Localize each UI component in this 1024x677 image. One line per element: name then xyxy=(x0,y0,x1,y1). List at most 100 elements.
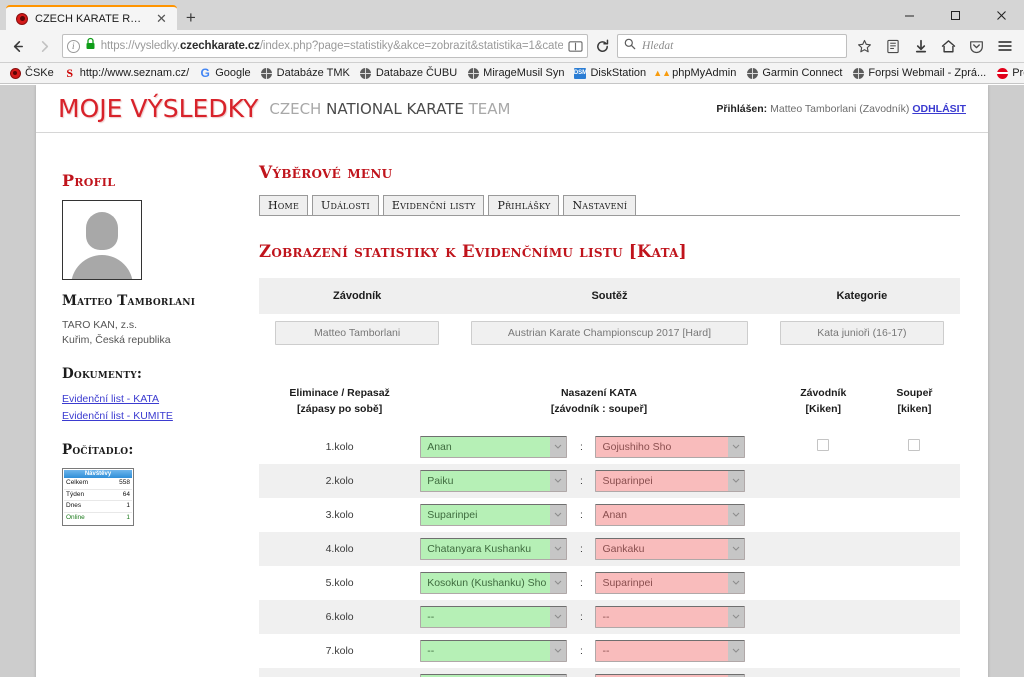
own-kata-select[interactable]: -- xyxy=(420,639,568,662)
separator: : xyxy=(579,644,583,657)
bookmark-item[interactable]: Shttp://www.seznam.cz/ xyxy=(59,64,194,83)
athlete-kiken-checkbox[interactable] xyxy=(817,438,830,451)
chevron-down-icon xyxy=(550,640,567,661)
opponent-kata-select[interactable]: -- xyxy=(595,673,746,677)
maximize-icon[interactable] xyxy=(932,0,978,30)
competition-field[interactable]: Austrian Karate Championscup 2017 [Hard] xyxy=(471,321,748,345)
round-label: 6.kolo xyxy=(259,599,421,634)
separator: : xyxy=(579,440,583,453)
tab-home[interactable]: Home xyxy=(259,195,308,215)
table-row: 8.kolo -- : -- xyxy=(259,667,960,677)
pocket-icon[interactable] xyxy=(963,33,990,59)
opp-kata-cell: Gojushiho Sho xyxy=(595,430,777,464)
diskstation-icon: DSM xyxy=(574,67,587,79)
chevron-down-icon xyxy=(550,572,567,593)
opponent-kiken-checkbox[interactable] xyxy=(908,438,921,451)
own-kata-select[interactable]: Suparinpei xyxy=(420,503,568,526)
opponent-kata-value: -- xyxy=(602,644,610,657)
own-kata-cell: Kosokun (Kushanku) Sho xyxy=(420,566,568,600)
bookmark-item[interactable]: Profile - Polar Flow xyxy=(991,64,1024,83)
bookmark-item[interactable]: ČSKe xyxy=(4,64,59,83)
own-kata-select[interactable]: -- xyxy=(420,605,568,628)
tab-prihlasky[interactable]: Přihlášky xyxy=(488,195,560,215)
bookmark-item[interactable]: Forpsi Webmail - Zprá... xyxy=(847,64,991,83)
minimize-icon[interactable] xyxy=(886,0,932,30)
own-kata-select[interactable]: Paiku xyxy=(420,469,568,492)
counter-value: 64 xyxy=(122,490,130,498)
bookmark-item[interactable]: DSM DiskStation xyxy=(569,64,651,83)
logo-sub-3: TEAM xyxy=(468,99,511,118)
opponent-kata-value: Anan xyxy=(602,508,627,521)
bookmark-label: MirageMusil Syn xyxy=(483,67,565,79)
opponent-kata-select[interactable]: -- xyxy=(595,605,746,628)
bookmark-item[interactable]: Garmin Connect xyxy=(741,64,847,83)
opponent-kata-select[interactable]: Suparinpei xyxy=(595,571,746,594)
round-label: 7.kolo xyxy=(325,644,354,657)
padlock-icon xyxy=(85,37,96,55)
opponent-kata-select[interactable]: Gankaku xyxy=(595,537,746,560)
table-row: 2.kolo Paiku : Suparinpei xyxy=(259,463,960,498)
new-tab-button[interactable]: + xyxy=(177,9,205,26)
tab-evidencni-listy[interactable]: Evidenční listy xyxy=(382,195,485,215)
opponent-kata-value: Suparinpei xyxy=(602,474,653,487)
bookmark-item[interactable]: ▲▲ phpMyAdmin xyxy=(651,64,741,83)
tab-close-icon[interactable]: ✕ xyxy=(154,12,169,25)
back-arrow-icon[interactable] xyxy=(6,33,29,59)
category-field[interactable]: Kata junioři (16-17) xyxy=(779,321,944,345)
nav-tabs-row: Home Události Evidenční listy Přihlášky … xyxy=(259,195,637,215)
search-icon xyxy=(624,37,636,55)
opponent-kiken-cell xyxy=(869,566,960,600)
bookmark-label: ČSKe xyxy=(25,67,54,79)
browser-tab[interactable]: CZECH KARATE RANKING ✕ xyxy=(6,5,177,30)
bookmark-item[interactable]: Databáze TMK xyxy=(256,64,355,83)
own-kata-select[interactable]: Anan xyxy=(420,435,568,458)
opponent-kata-select[interactable]: Gojushiho Sho xyxy=(595,435,746,458)
bookmark-label: DiskStation xyxy=(590,67,647,79)
bookmark-item[interactable]: G Google xyxy=(194,64,255,83)
round-label: 2.kolo xyxy=(259,463,421,498)
own-kata-select[interactable]: Kosokun (Kushanku) Sho xyxy=(420,571,568,594)
own-kata-cell: Anan xyxy=(420,430,568,464)
globe-icon xyxy=(360,67,372,79)
tab-nastaveni[interactable]: Nastavení xyxy=(563,195,637,215)
athlete-field[interactable]: Matteo Tamborlani xyxy=(275,321,440,345)
downloads-icon[interactable] xyxy=(907,33,934,59)
own-kata-value: Anan xyxy=(427,440,452,453)
reload-icon[interactable] xyxy=(592,34,613,58)
url-bar[interactable]: i https://vysledky.czechkarate.cz/index.… xyxy=(61,34,588,58)
opponent-kata-select[interactable]: -- xyxy=(595,639,746,662)
opponent-kata-select[interactable]: Anan xyxy=(595,503,746,526)
bookmark-item[interactable]: Databaze ČUBU xyxy=(355,64,462,83)
document-link-kumite[interactable]: Evidenční list - KUMITE xyxy=(62,408,251,424)
home-icon[interactable] xyxy=(935,33,962,59)
sidebar-documents-links: Evidenční list - KATA Evidenční list - K… xyxy=(62,391,251,424)
browser-window: CZECH KARATE RANKING ✕ + i xyxy=(0,0,1024,677)
opponent-kiken-cell xyxy=(868,531,960,566)
close-icon[interactable] xyxy=(978,0,1024,30)
tab-udalosti[interactable]: Události xyxy=(311,195,379,215)
info-header-soutez: Soutěž xyxy=(455,278,764,314)
login-status: Přihlášen: Matteo Tamborlani (Zavodník) … xyxy=(716,103,966,115)
opponent-kata-select[interactable]: Suparinpei xyxy=(595,469,746,492)
reader-view-icon[interactable] xyxy=(568,40,583,53)
document-link-kata[interactable]: Evidenční list - KATA xyxy=(62,391,251,407)
counter-label: Celkem xyxy=(66,478,89,486)
bookmark-item[interactable]: MirageMusil Syn xyxy=(462,64,569,83)
logout-link[interactable]: ODHLÁSIT xyxy=(912,103,966,115)
athlete-kiken-cell xyxy=(778,634,869,668)
chevron-down-icon xyxy=(728,572,745,593)
separator: : xyxy=(567,463,596,498)
menu-hamburger-icon[interactable] xyxy=(991,33,1018,59)
own-kata-select[interactable]: Chatanyara Kushanku xyxy=(420,537,568,560)
info-circle-icon[interactable]: i xyxy=(66,39,80,53)
search-bar[interactable]: Hledat xyxy=(617,34,847,58)
opp-kata-cell: Anan xyxy=(595,498,777,532)
info-cell-zavodnik: Matteo Tamborlani xyxy=(259,314,455,352)
info-header-kategorie: Kategorie xyxy=(763,278,960,314)
own-kata-cell: Chatanyara Kushanku xyxy=(420,531,568,566)
browser-toolbar-icons xyxy=(851,33,1018,59)
athlete-kiken-cell xyxy=(778,498,869,532)
own-kata-select[interactable]: -- xyxy=(420,673,568,677)
library-icon[interactable] xyxy=(879,33,906,59)
bookmark-star-icon[interactable] xyxy=(851,33,878,59)
